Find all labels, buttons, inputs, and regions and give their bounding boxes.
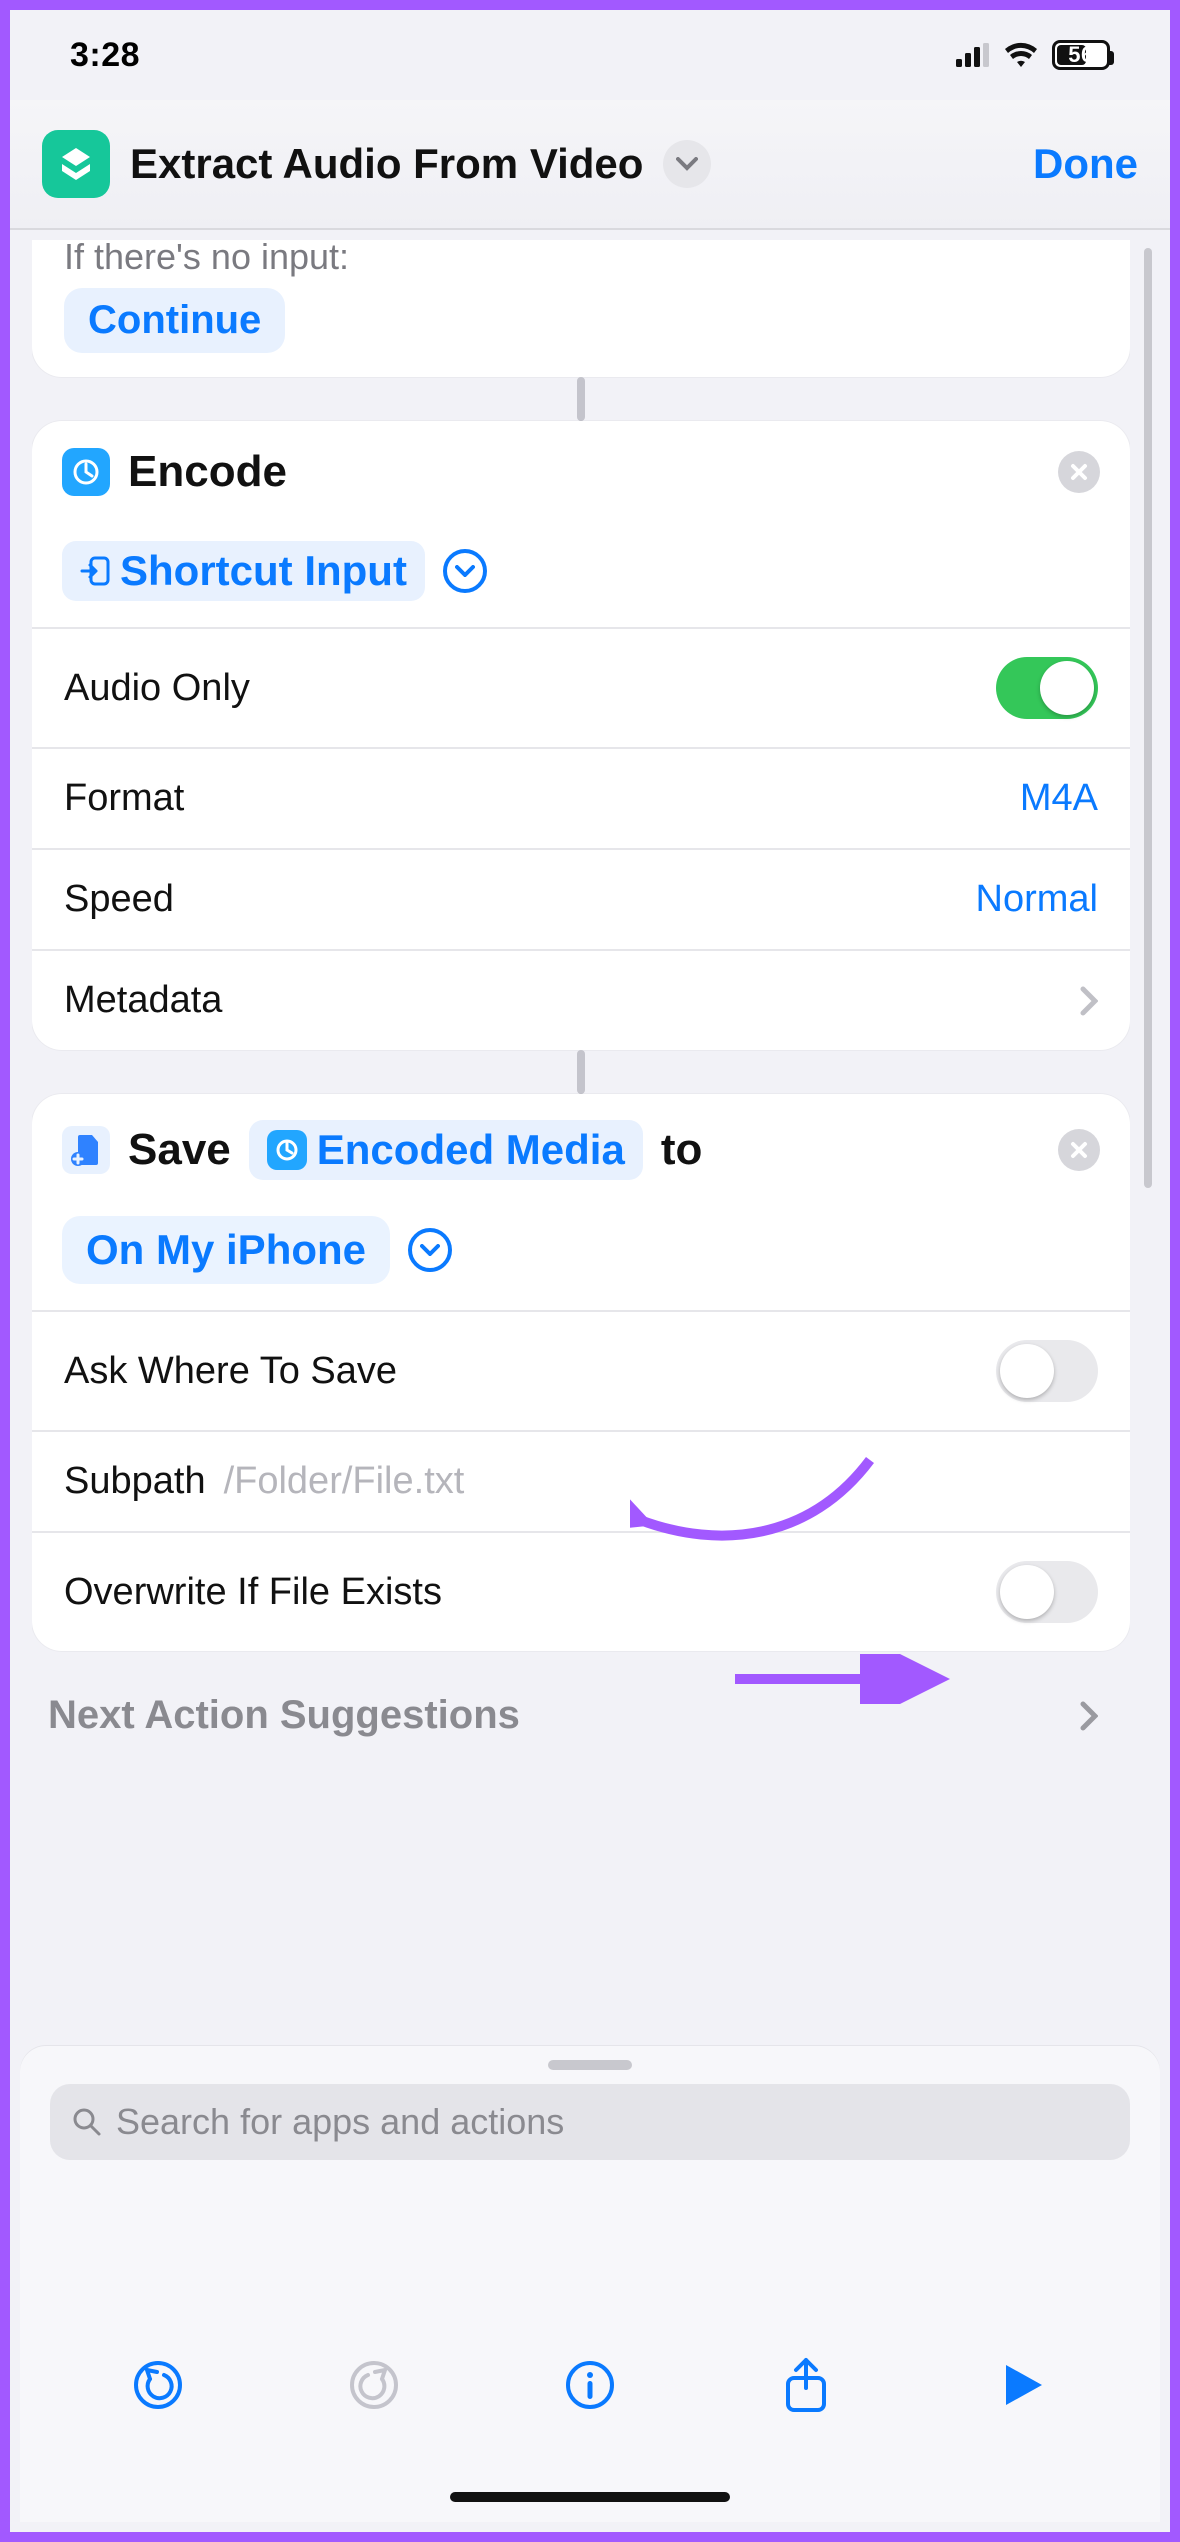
format-value: M4A bbox=[1020, 777, 1098, 820]
next-action-suggestions[interactable]: Next Action Suggestions bbox=[32, 1651, 1130, 1738]
media-icon bbox=[267, 1130, 307, 1170]
cellular-icon bbox=[956, 43, 990, 67]
wifi-icon bbox=[1004, 42, 1038, 68]
ask-where-toggle[interactable] bbox=[996, 1340, 1098, 1402]
no-input-card: If there's no input: Continue bbox=[32, 240, 1130, 377]
metadata-row[interactable]: Metadata bbox=[32, 949, 1130, 1050]
drawer-grabber[interactable] bbox=[548, 2060, 632, 2070]
overwrite-toggle[interactable] bbox=[996, 1561, 1098, 1623]
shortcut-input-token[interactable]: Shortcut Input bbox=[62, 541, 425, 601]
destination-options-button[interactable] bbox=[408, 1228, 452, 1272]
ask-where-label: Ask Where To Save bbox=[64, 1350, 397, 1393]
subpath-row[interactable]: Subpath /Folder/File.txt bbox=[32, 1430, 1130, 1531]
chevron-right-icon bbox=[1080, 1701, 1098, 1731]
status-bar: 3:28 56 bbox=[10, 10, 1170, 100]
destination-pill[interactable]: On My iPhone bbox=[62, 1216, 390, 1284]
speed-value: Normal bbox=[976, 878, 1098, 921]
navbar: Extract Audio From Video Done bbox=[10, 100, 1170, 230]
no-input-label: If there's no input: bbox=[64, 240, 1098, 278]
save-to-word: to bbox=[661, 1125, 703, 1175]
scroll-indicator bbox=[1144, 248, 1152, 1188]
delete-action-button[interactable] bbox=[1058, 1129, 1100, 1171]
audio-only-label: Audio Only bbox=[64, 667, 250, 710]
format-row[interactable]: Format M4A bbox=[32, 747, 1130, 848]
connector-line bbox=[577, 377, 585, 421]
shortcut-input-text: Shortcut Input bbox=[120, 547, 407, 595]
input-icon bbox=[80, 556, 110, 586]
search-icon bbox=[72, 2107, 102, 2137]
search-placeholder: Search for apps and actions bbox=[116, 2101, 564, 2143]
speed-label: Speed bbox=[64, 878, 174, 921]
save-verb: Save bbox=[128, 1125, 231, 1175]
subpath-label: Subpath bbox=[64, 1460, 206, 1503]
expand-options-button[interactable] bbox=[443, 549, 487, 593]
format-label: Format bbox=[64, 777, 184, 820]
ask-where-row: Ask Where To Save bbox=[32, 1310, 1130, 1430]
info-button[interactable] bbox=[558, 2353, 622, 2417]
battery-pct: 56 bbox=[1058, 42, 1104, 68]
encode-action-card: Encode Shortcut Input Audio Only bbox=[32, 421, 1130, 1050]
battery-icon: 56 bbox=[1052, 40, 1110, 70]
action-drawer: Search for apps and actions bbox=[20, 2046, 1160, 2522]
chevron-right-icon bbox=[1080, 986, 1098, 1016]
encoded-media-token[interactable]: Encoded Media bbox=[249, 1120, 643, 1180]
delete-action-button[interactable] bbox=[1058, 451, 1100, 493]
bottom-toolbar bbox=[20, 2330, 1160, 2440]
overwrite-label: Overwrite If File Exists bbox=[64, 1571, 442, 1614]
undo-button[interactable] bbox=[126, 2353, 190, 2417]
speed-row[interactable]: Speed Normal bbox=[32, 848, 1130, 949]
no-input-action-pill[interactable]: Continue bbox=[64, 288, 285, 353]
share-button[interactable] bbox=[774, 2353, 838, 2417]
done-button[interactable]: Done bbox=[1033, 140, 1138, 188]
search-field[interactable]: Search for apps and actions bbox=[50, 2084, 1130, 2160]
media-icon bbox=[62, 448, 110, 496]
audio-only-toggle[interactable] bbox=[996, 657, 1098, 719]
home-indicator bbox=[450, 2492, 730, 2502]
connector-line bbox=[577, 1050, 585, 1094]
run-button[interactable] bbox=[990, 2353, 1054, 2417]
save-action-card: Save Encoded Media to On My iPhone bbox=[32, 1094, 1130, 1651]
encoded-media-text: Encoded Media bbox=[317, 1126, 625, 1174]
title-menu-button[interactable] bbox=[663, 140, 711, 188]
shortcut-app-icon bbox=[42, 130, 110, 198]
status-time: 3:28 bbox=[70, 36, 140, 75]
subpath-placeholder: /Folder/File.txt bbox=[224, 1460, 465, 1503]
file-icon bbox=[62, 1126, 110, 1174]
shortcut-title[interactable]: Extract Audio From Video bbox=[130, 140, 643, 188]
overwrite-row: Overwrite If File Exists bbox=[32, 1531, 1130, 1651]
metadata-label: Metadata bbox=[64, 979, 222, 1022]
encode-title: Encode bbox=[128, 447, 287, 497]
redo-button[interactable] bbox=[342, 2353, 406, 2417]
no-input-action-text: Continue bbox=[88, 298, 261, 343]
destination-text: On My iPhone bbox=[86, 1226, 366, 1274]
audio-only-row: Audio Only bbox=[32, 627, 1130, 747]
suggestions-title: Next Action Suggestions bbox=[48, 1693, 520, 1738]
